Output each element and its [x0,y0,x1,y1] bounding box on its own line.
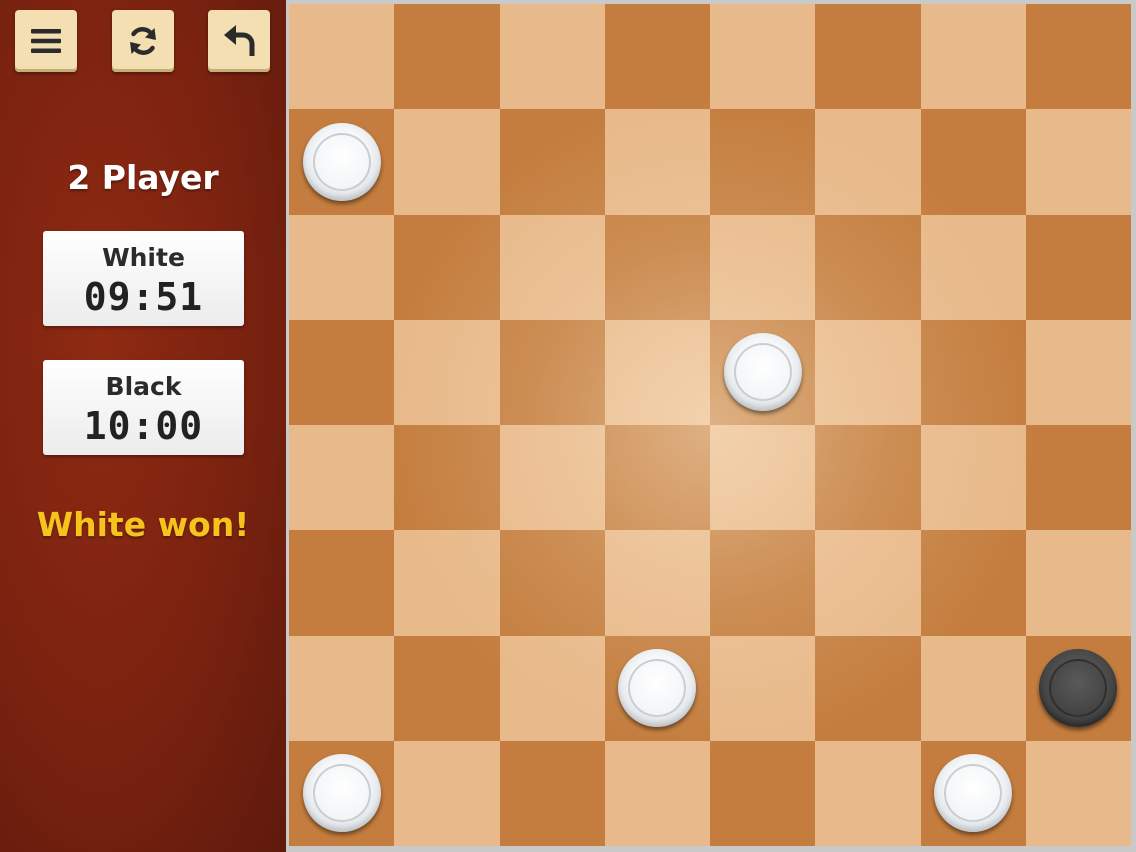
board-square[interactable] [710,425,816,531]
board-square[interactable] [815,319,921,425]
white-checker-piece[interactable] [723,333,802,412]
board-square[interactable] [815,4,921,110]
black-clock: 10:00 [83,404,204,448]
white-timer: White 09:51 [43,231,244,326]
board-square[interactable] [499,635,605,741]
white-checker-piece[interactable] [302,122,381,201]
game-mode-title: 2 Player [67,158,219,197]
board-square[interactable] [289,4,395,110]
board-square[interactable] [920,4,1026,110]
board-square[interactable] [1025,4,1131,110]
white-clock: 09:51 [83,275,204,319]
board-square[interactable] [815,740,921,846]
board-square[interactable] [289,635,395,741]
board-square[interactable] [499,740,605,846]
white-player-label: White [102,243,185,272]
board-square[interactable] [394,740,500,846]
board-square[interactable] [1025,425,1131,531]
board-square[interactable] [1025,319,1131,425]
sidebar: 2 Player White 09:51 Black 10:00 White w… [0,0,286,852]
board-square[interactable] [394,425,500,531]
white-checker-piece[interactable] [934,754,1013,833]
board-square[interactable] [920,635,1026,741]
black-player-label: Black [105,372,182,401]
board-square[interactable] [499,109,605,215]
board-square[interactable] [604,425,710,531]
board-square[interactable] [1025,214,1131,320]
board-square[interactable] [710,530,816,636]
board-square[interactable] [289,530,395,636]
board-square[interactable] [394,530,500,636]
black-timer: Black 10:00 [43,360,244,455]
board-square[interactable] [815,109,921,215]
checkers-board[interactable] [289,4,1131,846]
board-square[interactable] [604,109,710,215]
board-square[interactable] [1025,109,1131,215]
board-square[interactable] [499,530,605,636]
board-square[interactable] [710,635,816,741]
board-square[interactable] [710,214,816,320]
game-status: White won! [36,505,250,544]
board-square[interactable] [604,4,710,110]
board-square[interactable] [710,740,816,846]
board-square[interactable] [920,530,1026,636]
board-square[interactable] [499,425,605,531]
board-square[interactable] [289,425,395,531]
board-square[interactable] [394,109,500,215]
board-square[interactable] [920,214,1026,320]
board-square[interactable] [604,319,710,425]
hamburger-menu-icon [31,29,61,53]
board-square[interactable] [815,214,921,320]
refresh-icon [130,27,156,55]
board-square[interactable] [394,635,500,741]
board-square[interactable] [815,425,921,531]
white-checker-piece[interactable] [302,754,381,833]
board-square[interactable] [604,214,710,320]
board-square[interactable] [499,319,605,425]
board-square[interactable] [1025,740,1131,846]
undo-arrow-icon [224,25,255,56]
board-square[interactable] [289,319,395,425]
board-square[interactable] [289,214,395,320]
restart-button[interactable] [112,10,174,72]
board-square[interactable] [604,530,710,636]
board-square[interactable] [604,740,710,846]
board-square[interactable] [394,319,500,425]
menu-button[interactable] [15,10,77,72]
board-square[interactable] [710,109,816,215]
board-square[interactable] [710,4,816,110]
white-checker-piece[interactable] [618,649,697,728]
board-square[interactable] [499,214,605,320]
board-square[interactable] [815,635,921,741]
board-square[interactable] [815,530,921,636]
board-square[interactable] [920,319,1026,425]
board-square[interactable] [920,425,1026,531]
board-square[interactable] [1025,530,1131,636]
game-screen: 2 Player White 09:51 Black 10:00 White w… [0,0,1136,852]
board-square[interactable] [499,4,605,110]
board-square[interactable] [920,109,1026,215]
board-square[interactable] [394,4,500,110]
black-checker-piece[interactable] [1039,649,1118,728]
undo-button[interactable] [208,10,270,72]
board-square[interactable] [394,214,500,320]
